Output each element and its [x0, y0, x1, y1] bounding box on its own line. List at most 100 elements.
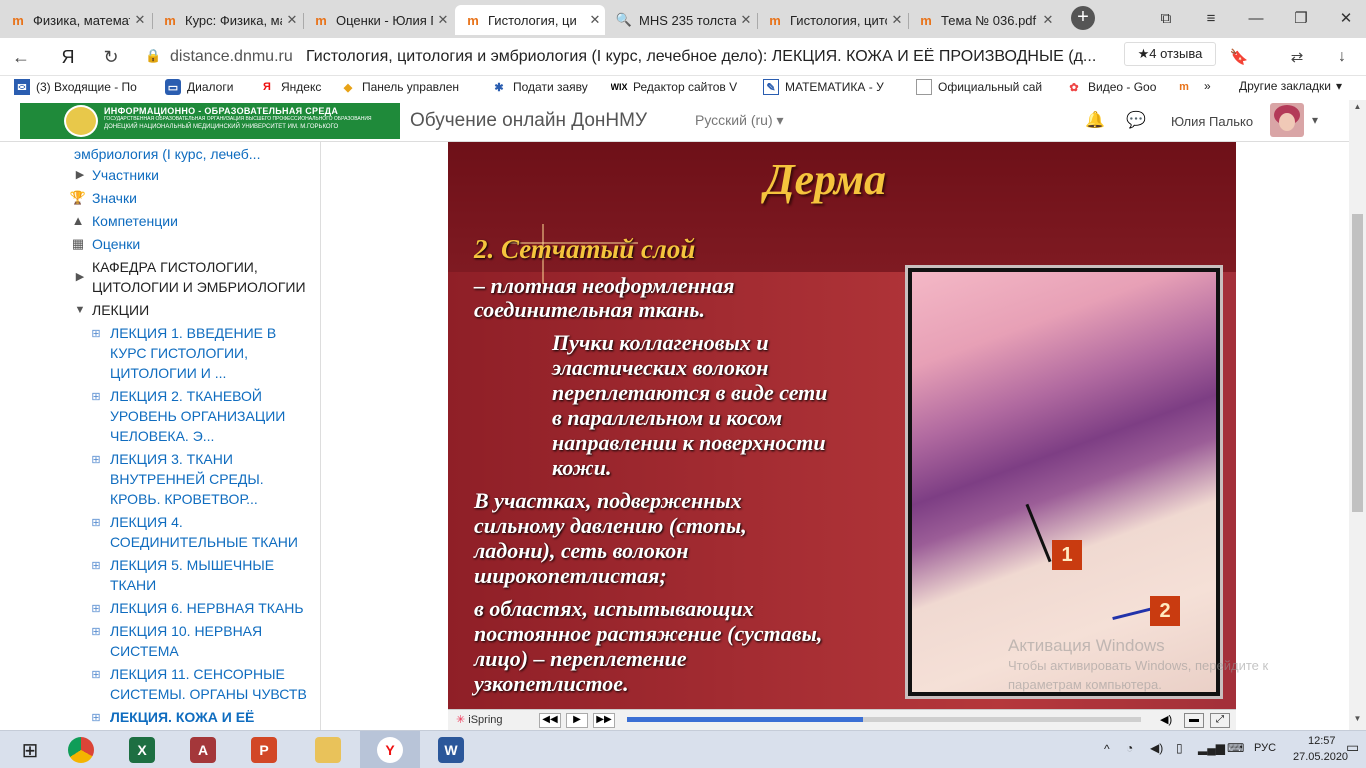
bookmark-wix[interactable]: WIX Редактор сайтов V — [611, 79, 749, 95]
nav-grades[interactable]: ▦ Оценки — [20, 234, 320, 254]
language-selector[interactable]: Русский (ru) ▾ — [695, 112, 784, 129]
nav-competencies[interactable]: ▲ Компетенции — [20, 211, 320, 231]
taskbar-chrome[interactable] — [51, 731, 111, 768]
taskbar-access[interactable]: A — [173, 731, 233, 768]
tray-app-icon[interactable]: ◔ — [1126, 741, 1133, 755]
lecture-item[interactable]: ⊞ ЛЕКЦИЯ 2. ТКАНЕВОЙ УРОВЕНЬ ОРГАНИЗАЦИИ… — [20, 386, 320, 448]
clock-time[interactable]: 12:57 — [1308, 735, 1336, 747]
nav-badges[interactable]: 🏆 Значки — [20, 188, 320, 208]
url-page-title[interactable]: Гистология, цитология и эмбриология (I к… — [306, 48, 1096, 66]
close-icon[interactable]: ✕ — [130, 12, 150, 28]
tab-physics-math[interactable]: mФизика, математи✕ — [0, 5, 150, 35]
lecture-item-current[interactable]: ⊞ ЛЕКЦИЯ. КОЖА И ЕЁ — [20, 707, 320, 729]
bookmark-video[interactable]: ✿ Видео - Goo — [1066, 79, 1160, 95]
tab-pdf[interactable]: m Тема № 036.pdf ✕ — [908, 5, 1058, 35]
bookmark-yandex[interactable]: Я Яндекс — [259, 79, 329, 95]
more-bookmarks-icon[interactable]: » — [1204, 79, 1224, 93]
messages-icon[interactable]: 💬 — [1126, 110, 1146, 130]
other-bookmarks[interactable]: Другие закладки ▾ — [1239, 79, 1354, 93]
taskbar-yandex-browser[interactable]: Y — [360, 731, 420, 768]
user-name[interactable]: Юлия Палько — [1171, 114, 1253, 129]
new-tab-button[interactable]: + — [1071, 6, 1095, 30]
clock-date[interactable]: 27.05.2020 — [1293, 751, 1348, 763]
lecture-item[interactable]: ⊞ ЛЕКЦИЯ 3. ТКАНИ ВНУТРЕННЕЙ СРЕДЫ. КРОВ… — [20, 449, 320, 511]
lecture-item[interactable]: ⊞ ЛЕКЦИЯ 10. НЕРВНАЯ СИСТЕМА — [20, 621, 320, 663]
progress-track[interactable] — [627, 717, 1141, 722]
nav-department[interactable]: ▶ КАФЕДРА ГИСТОЛОГИИ, ЦИТОЛОГИИ И ЭМБРИО… — [20, 257, 320, 299]
site-name[interactable]: Обучение онлайн ДонНМУ — [410, 110, 647, 132]
yandex-icon[interactable]: Я — [55, 44, 81, 70]
user-menu-caret-icon[interactable]: ▾ — [1312, 113, 1318, 127]
input-language[interactable]: РУС — [1254, 742, 1276, 754]
bookmark-apply[interactable]: ✱ Подати заяву — [491, 79, 599, 95]
lecture-item[interactable]: ⊞ ЛЕКЦИЯ 11. СЕНСОРНЫЕ СИСТЕМЫ. ОРГАНЫ Ч… — [20, 664, 320, 706]
menu-icon[interactable]: ≡ — [1191, 0, 1231, 36]
presentation-slide[interactable]: Дерма 2. Сетчатый слой – плотная неоформ… — [448, 142, 1236, 709]
moodle-icon: m — [164, 12, 176, 28]
lecture-item[interactable]: ⊞ ЛЕКЦИЯ 1. ВВЕДЕНИЕ В КУРС ГИСТОЛОГИИ, … — [20, 323, 320, 385]
taskbar-excel[interactable]: X — [112, 731, 172, 768]
close-icon[interactable]: ✕ — [1038, 12, 1058, 28]
lecture-item[interactable]: ⊞ ЛЕКЦИЯ 4. СОЕДИНИТЕЛЬНЫЕ ТКАНИ — [20, 512, 320, 554]
next-slide-button[interactable]: ▶▶ — [593, 713, 615, 728]
download-icon[interactable]: ↓ — [1329, 44, 1355, 70]
tab-histology-2[interactable]: mГистология, цитол✕ — [757, 5, 907, 35]
scroll-up-icon[interactable]: ▲ — [1349, 102, 1366, 114]
reload-icon[interactable]: ↻ — [98, 44, 124, 70]
close-icon[interactable]: ✕ — [736, 12, 756, 28]
tab-search-mhs[interactable]: 🔍 MHS 235 толстая ✕ — [606, 5, 756, 35]
close-window-button[interactable]: ✕ — [1326, 0, 1366, 36]
course-name-link[interactable]: эмбриология (I курс, лечеб... — [74, 144, 314, 164]
lecture-item[interactable]: ⊞ ЛЕКЦИЯ 6. НЕРВНАЯ ТКАНЬ — [20, 598, 320, 618]
reviews-badge[interactable]: ★4 отзыва — [1124, 42, 1216, 66]
scroll-down-icon[interactable]: ▼ — [1349, 714, 1366, 726]
url-domain[interactable]: distance.dnmu.ru — [170, 48, 293, 66]
bookmark-manager-icon[interactable]: ⧉ — [1146, 0, 1186, 36]
bookmark-icon[interactable]: 🔖 — [1226, 44, 1252, 70]
close-icon[interactable]: ✕ — [433, 12, 453, 28]
nav-lectures[interactable]: ▼ ЛЕКЦИИ — [20, 300, 320, 320]
taskbar-word[interactable]: W — [421, 731, 481, 768]
fullscreen-icon[interactable]: ⤢ — [1210, 713, 1230, 728]
notifications-icon[interactable]: 🔔 — [1085, 110, 1105, 130]
slides-icon: ⊞ — [91, 669, 101, 681]
wix-icon: WIX — [611, 82, 628, 92]
speaker-icon[interactable]: ◀) — [1150, 741, 1163, 755]
avatar[interactable] — [1270, 103, 1304, 137]
close-icon[interactable]: ✕ — [282, 12, 302, 28]
bookmark-math[interactable]: ✎ МАТЕМАТИКА - У — [763, 79, 897, 95]
previous-slide-button[interactable]: ◀◀ — [539, 713, 561, 728]
restore-button[interactable]: ❐ — [1281, 0, 1321, 36]
taskbar-explorer[interactable] — [298, 731, 358, 768]
tray-chevron-icon[interactable]: ^ — [1104, 742, 1110, 756]
bookmark-dialogs[interactable]: ▭ Диалоги — [165, 79, 250, 95]
close-icon[interactable]: ✕ — [585, 12, 605, 28]
battery-icon[interactable]: ▯ — [1176, 741, 1183, 755]
progress-fill — [627, 717, 864, 722]
access-icon: A — [190, 737, 216, 763]
play-button[interactable]: ▶ — [566, 713, 588, 728]
volume-icon[interactable]: ◀) — [1160, 713, 1176, 728]
lecture-item[interactable]: ⊞ ЛЕКЦИЯ 5. МЫШЕЧНЫЕ ТКАНИ — [20, 555, 320, 597]
notifications-center-icon[interactable]: ▭ — [1346, 739, 1359, 756]
page-scrollbar[interactable]: ▲ ▼ — [1349, 100, 1366, 730]
notes-icon[interactable]: ▬ — [1184, 713, 1204, 728]
extension-icon[interactable]: ⇄ — [1284, 44, 1310, 70]
tab-grades[interactable]: m Оценки - Юлия П ✕ — [303, 5, 453, 35]
bookmark-official[interactable]: Официальный сай — [916, 79, 1046, 95]
scroll-thumb[interactable] — [1352, 214, 1363, 512]
slide-heading: 2. Сетчатый слой — [474, 234, 696, 264]
bookmark-inbox[interactable]: ✉ (3) Входящие - По — [14, 79, 152, 95]
network-icon[interactable]: ▂▄▆ — [1198, 741, 1225, 755]
micrograph-image: 1 2 — [905, 265, 1223, 699]
nav-participants[interactable]: ▶ Участники — [20, 165, 320, 185]
tab-course-physics[interactable]: m Курс: Физика, мат ✕ — [152, 5, 302, 35]
bookmark-control-panel[interactable]: ◆ Панель управлен — [340, 79, 476, 95]
site-logo[interactable]: ИНФОРМАЦИОННО - ОБРАЗОВАТЕЛЬНАЯ СРЕДА ГО… — [20, 103, 400, 139]
tab-histology-active[interactable]: m Гистология, ци ✕ — [455, 5, 605, 35]
minimize-button[interactable]: — — [1236, 0, 1276, 36]
close-icon[interactable]: ✕ — [887, 12, 907, 28]
back-arrow-icon[interactable]: ← — [8, 44, 34, 70]
taskbar-powerpoint[interactable]: P — [234, 731, 294, 768]
keyboard-icon[interactable]: ⌨ — [1227, 741, 1244, 755]
